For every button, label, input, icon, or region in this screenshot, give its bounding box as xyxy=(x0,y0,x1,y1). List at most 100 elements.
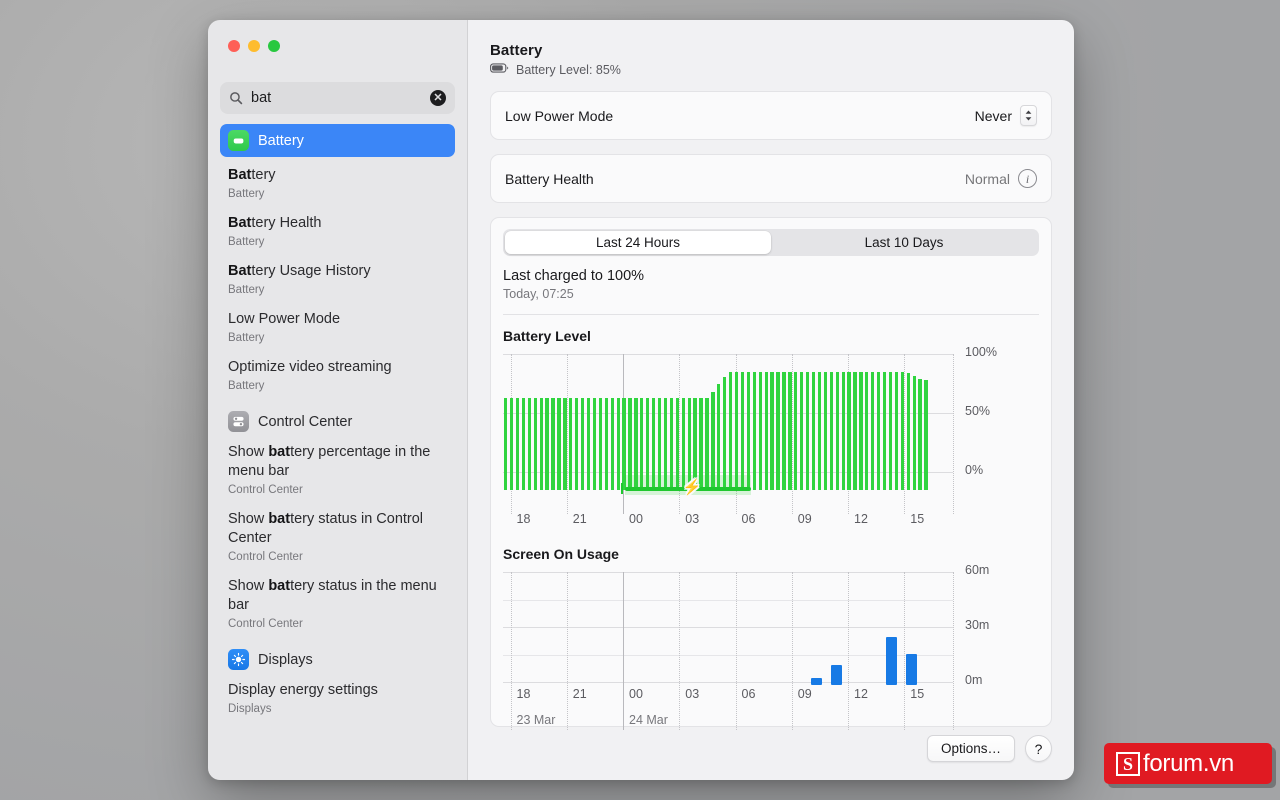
battery-level-bar xyxy=(580,397,585,490)
x-axis-gridline xyxy=(904,354,906,514)
battery-level-bar xyxy=(829,372,833,490)
battery-status-icon xyxy=(490,62,509,77)
sidebar-group-control-center[interactable]: Control Center xyxy=(220,397,455,434)
page-title: Battery xyxy=(490,42,543,59)
x-axis-gridline xyxy=(791,354,793,514)
battery-level-bar xyxy=(811,372,816,490)
battery-level-bar xyxy=(788,372,792,490)
x-axis-tick-label: 09 xyxy=(797,512,812,526)
minimize-window-button[interactable] xyxy=(248,40,260,52)
result-subtitle: Control Center xyxy=(228,484,303,496)
result-subtitle: Displays xyxy=(228,703,272,715)
gridline xyxy=(503,572,953,573)
x-axis-tick-label: 21 xyxy=(572,512,587,526)
battery-level-bar xyxy=(533,397,537,490)
search-icon xyxy=(229,91,243,105)
battery-level-bar xyxy=(882,372,887,490)
close-window-button[interactable] xyxy=(228,40,240,52)
battery-level-bar xyxy=(841,372,845,490)
search-field[interactable]: bat ✕ xyxy=(220,82,455,114)
x-axis-date-label: 24 Mar xyxy=(629,713,668,727)
x-axis-tick-label: 18 xyxy=(516,687,531,701)
footer-buttons: Options… ? xyxy=(926,735,1052,762)
battery-level-bar xyxy=(894,372,899,490)
list-item[interactable]: Battery Health Battery xyxy=(220,205,455,253)
battery-level-bar xyxy=(871,372,875,490)
low-power-mode-row[interactable]: Low Power Mode Never xyxy=(491,92,1051,139)
list-item[interactable]: Battery Battery xyxy=(220,157,455,205)
x-axis-tick-label: 15 xyxy=(910,512,925,526)
y-axis-tick-label: 100% xyxy=(965,345,997,359)
battery-level-bar xyxy=(794,372,798,490)
tab-last-10-days[interactable]: Last 10 Days xyxy=(771,231,1037,254)
y-axis-tick-label: 60m xyxy=(965,563,990,577)
x-axis-gridline xyxy=(848,572,849,730)
x-axis-gridline xyxy=(623,572,624,730)
x-axis-tick-label: 15 xyxy=(910,687,925,701)
zoom-window-button[interactable] xyxy=(268,40,280,52)
battery-level-bar xyxy=(835,372,839,490)
charging-start-tick xyxy=(620,483,623,494)
battery-level-bar xyxy=(776,372,780,490)
options-button[interactable]: Options… xyxy=(926,735,1015,762)
time-range-tabs[interactable]: Last 24 Hours Last 10 Days xyxy=(503,229,1039,256)
list-item[interactable]: Battery Usage History Battery xyxy=(220,253,455,301)
list-item[interactable]: Show battery percentage in the menu bar … xyxy=(220,434,455,501)
battery-level-bar xyxy=(859,372,863,490)
battery-level-bar xyxy=(770,372,774,490)
battery-level-chart-title: Battery Level xyxy=(503,328,591,344)
x-axis-gridline xyxy=(953,354,954,514)
battery-level-bar xyxy=(586,397,591,490)
gridline xyxy=(503,627,953,628)
sidebar-group-displays[interactable]: Displays xyxy=(220,635,455,672)
row-value-group[interactable]: Normal i xyxy=(965,169,1037,188)
battery-level-bar xyxy=(527,397,531,490)
battery-app-icon xyxy=(228,130,249,151)
battery-level-bar xyxy=(805,372,810,490)
battery-level-bar xyxy=(509,397,514,490)
list-item[interactable]: Show battery status in the menu bar Cont… xyxy=(220,568,455,635)
search-input-value[interactable]: bat xyxy=(251,91,422,106)
x-axis-gridline xyxy=(510,572,512,730)
battery-level-bar xyxy=(551,397,555,490)
info-icon[interactable]: i xyxy=(1018,169,1037,188)
last-charged-time: Today, 07:25 xyxy=(503,287,574,301)
clear-search-icon[interactable]: ✕ xyxy=(430,90,446,106)
battery-health-row[interactable]: Battery Health Normal i xyxy=(491,155,1051,202)
battery-level-bar xyxy=(734,372,739,490)
result-subtitle: Battery xyxy=(228,380,265,392)
low-power-mode-card: Low Power Mode Never xyxy=(490,91,1052,140)
screen-on-usage-bar xyxy=(831,664,843,685)
screen-on-usage-chart-title: Screen On Usage xyxy=(503,546,619,562)
battery-level-bar xyxy=(610,397,614,490)
screen-on-usage-chart: 0m 30m 60m 18 21 00 03 06 09 12 15 23 Mar 24 Mar xyxy=(503,563,1039,737)
main-panel: Battery Battery Level: 85% Low Power Mod… xyxy=(468,20,1074,780)
list-item[interactable]: Show battery status in Control Center Co… xyxy=(220,501,455,568)
list-item[interactable]: Low Power Mode Battery xyxy=(220,301,455,349)
y-axis-tick-label: 0m xyxy=(965,673,983,687)
result-title: Optimize video streaming xyxy=(228,359,392,375)
result-title: Battery Usage History xyxy=(228,263,371,279)
battery-level-bar xyxy=(912,375,916,490)
battery-level-bar xyxy=(758,372,762,490)
x-axis-tick-label: 12 xyxy=(854,512,868,526)
help-button[interactable]: ? xyxy=(1025,735,1052,762)
result-subtitle: Battery xyxy=(228,332,265,344)
battery-level-bar xyxy=(616,397,620,490)
row-label: Battery Health xyxy=(505,170,594,187)
battery-level-bar xyxy=(888,372,893,490)
battery-level-bar xyxy=(906,373,910,490)
chevron-updown-icon[interactable] xyxy=(1020,105,1037,126)
battery-level-bar xyxy=(604,397,608,490)
result-subtitle: Battery xyxy=(228,284,265,296)
list-item[interactable]: Display energy settings Displays xyxy=(220,672,455,720)
list-item[interactable]: Optimize video streaming Battery xyxy=(220,349,455,397)
tab-last-24-hours[interactable]: Last 24 Hours xyxy=(505,231,771,254)
sidebar-item-battery[interactable]: Battery xyxy=(220,124,455,157)
row-value-group[interactable]: Never xyxy=(975,105,1037,126)
screen-on-usage-bar xyxy=(906,653,918,685)
battery-level-bar xyxy=(817,372,822,490)
battery-level-bar xyxy=(504,397,508,490)
x-axis-tick-label: 12 xyxy=(854,687,868,701)
battery-level-bar xyxy=(723,376,727,490)
